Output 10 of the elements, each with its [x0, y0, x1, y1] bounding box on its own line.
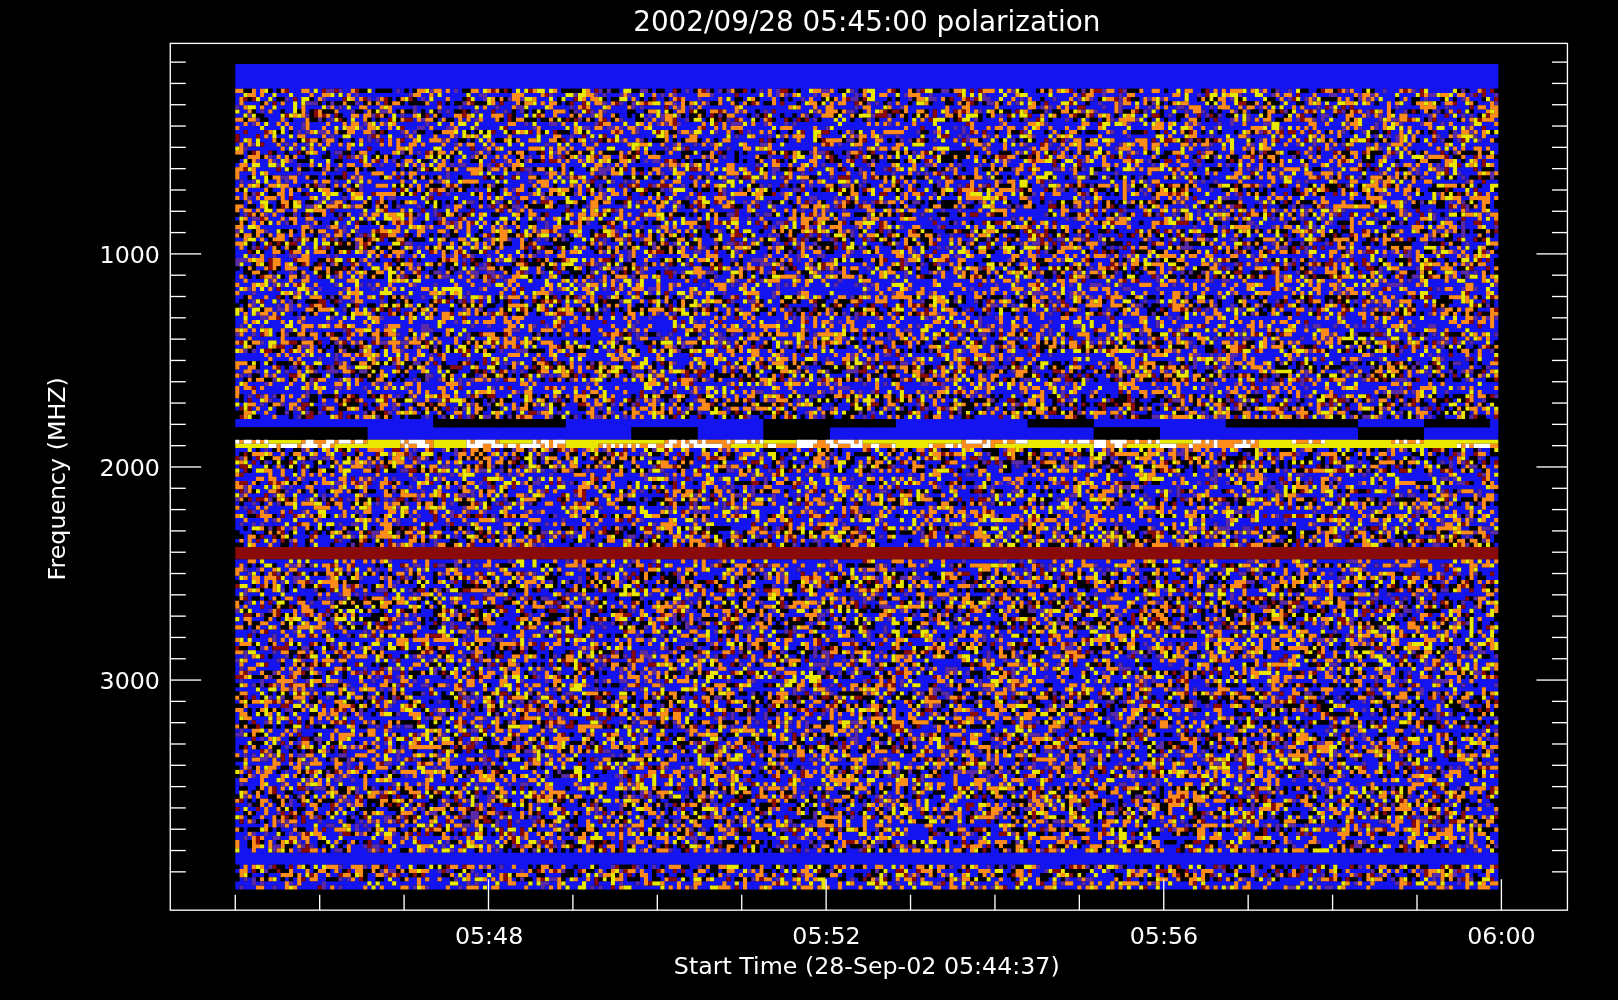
y-tick-label: 1000: [99, 241, 160, 270]
y-tick-label: 3000: [99, 667, 160, 696]
x-tick-label: 05:48: [454, 922, 524, 951]
y-tick-label: 2000: [99, 454, 160, 483]
plot-title: 2002/09/28 05:45:00 polarization: [633, 5, 1101, 38]
x-axis-label: Start Time (28-Sep-02 05:44:37): [673, 952, 1060, 981]
x-tick-label: 05:52: [792, 922, 861, 951]
x-tick-label: 05:56: [1129, 922, 1199, 951]
x-tick-label: 06:00: [1467, 922, 1536, 951]
y-axis-label: Frequency (MHZ): [43, 377, 71, 581]
